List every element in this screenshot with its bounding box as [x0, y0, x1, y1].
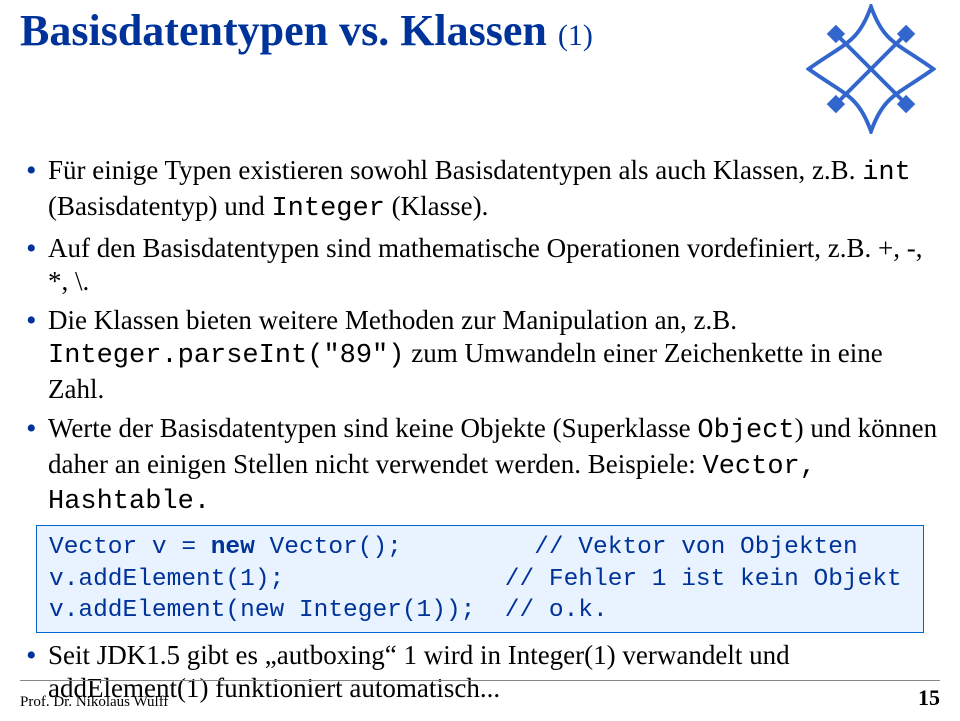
bullet-list: Für einige Typen existieren sowohl Basis… — [20, 154, 940, 519]
code-l1b: Vector(); // Vektor von Objekten — [255, 534, 858, 561]
page-number: 15 — [918, 685, 940, 711]
bullet-4: Werte der Basisdatentypen sind keine Obj… — [48, 412, 940, 520]
bullet-4-code1: Object — [697, 416, 794, 446]
code-line-1: Vector v = new Vector(); // Vektor von O… — [49, 532, 911, 563]
bullet-1-code1: int — [862, 158, 911, 188]
bullet-4-pre: Werte der Basisdatentypen sind keine Obj… — [48, 413, 697, 443]
footer: Prof. Dr. Nikolaus Wulff 15 — [20, 680, 940, 711]
bullet-3-code: Integer.parseInt("89") — [48, 341, 404, 371]
bullet-1-post: (Klasse). — [385, 191, 488, 221]
code-line-3: v.addElement(new Integer(1)); // o.k. — [49, 595, 911, 626]
slide: Basisdatentypen vs. Klassen (1) Für eini… — [0, 0, 960, 721]
code-box: Vector v = new Vector(); // Vektor von O… — [36, 525, 924, 633]
title-row: Basisdatentypen vs. Klassen (1) — [20, 0, 940, 134]
slide-title: Basisdatentypen vs. Klassen (1) — [20, 8, 593, 54]
title-main: Basisdatentypen vs. Klassen — [20, 6, 558, 55]
bullet-1-pre: Für einige Typen existieren sowohl Basis… — [48, 155, 862, 185]
title-sub: (1) — [558, 19, 593, 52]
bullet-3-pre: Die Klassen bieten weitere Methoden zur … — [48, 305, 737, 335]
code-keyword-new: new — [211, 534, 255, 561]
bullet-3: Die Klassen bieten weitere Methoden zur … — [48, 304, 940, 406]
bullet-1-mid: (Basisdatentyp) und — [48, 191, 271, 221]
bullet-1: Für einige Typen existieren sowohl Basis… — [48, 154, 940, 226]
bullet-1-code2: Integer — [271, 194, 384, 224]
footer-author: Prof. Dr. Nikolaus Wulff — [20, 694, 168, 711]
bullet-2: Auf den Basisdatentypen sind mathematisc… — [48, 232, 940, 298]
code-l1a: Vector v = — [49, 534, 211, 561]
logo-icon — [806, 4, 936, 134]
code-line-2: v.addElement(1); // Fehler 1 ist kein Ob… — [49, 564, 911, 595]
